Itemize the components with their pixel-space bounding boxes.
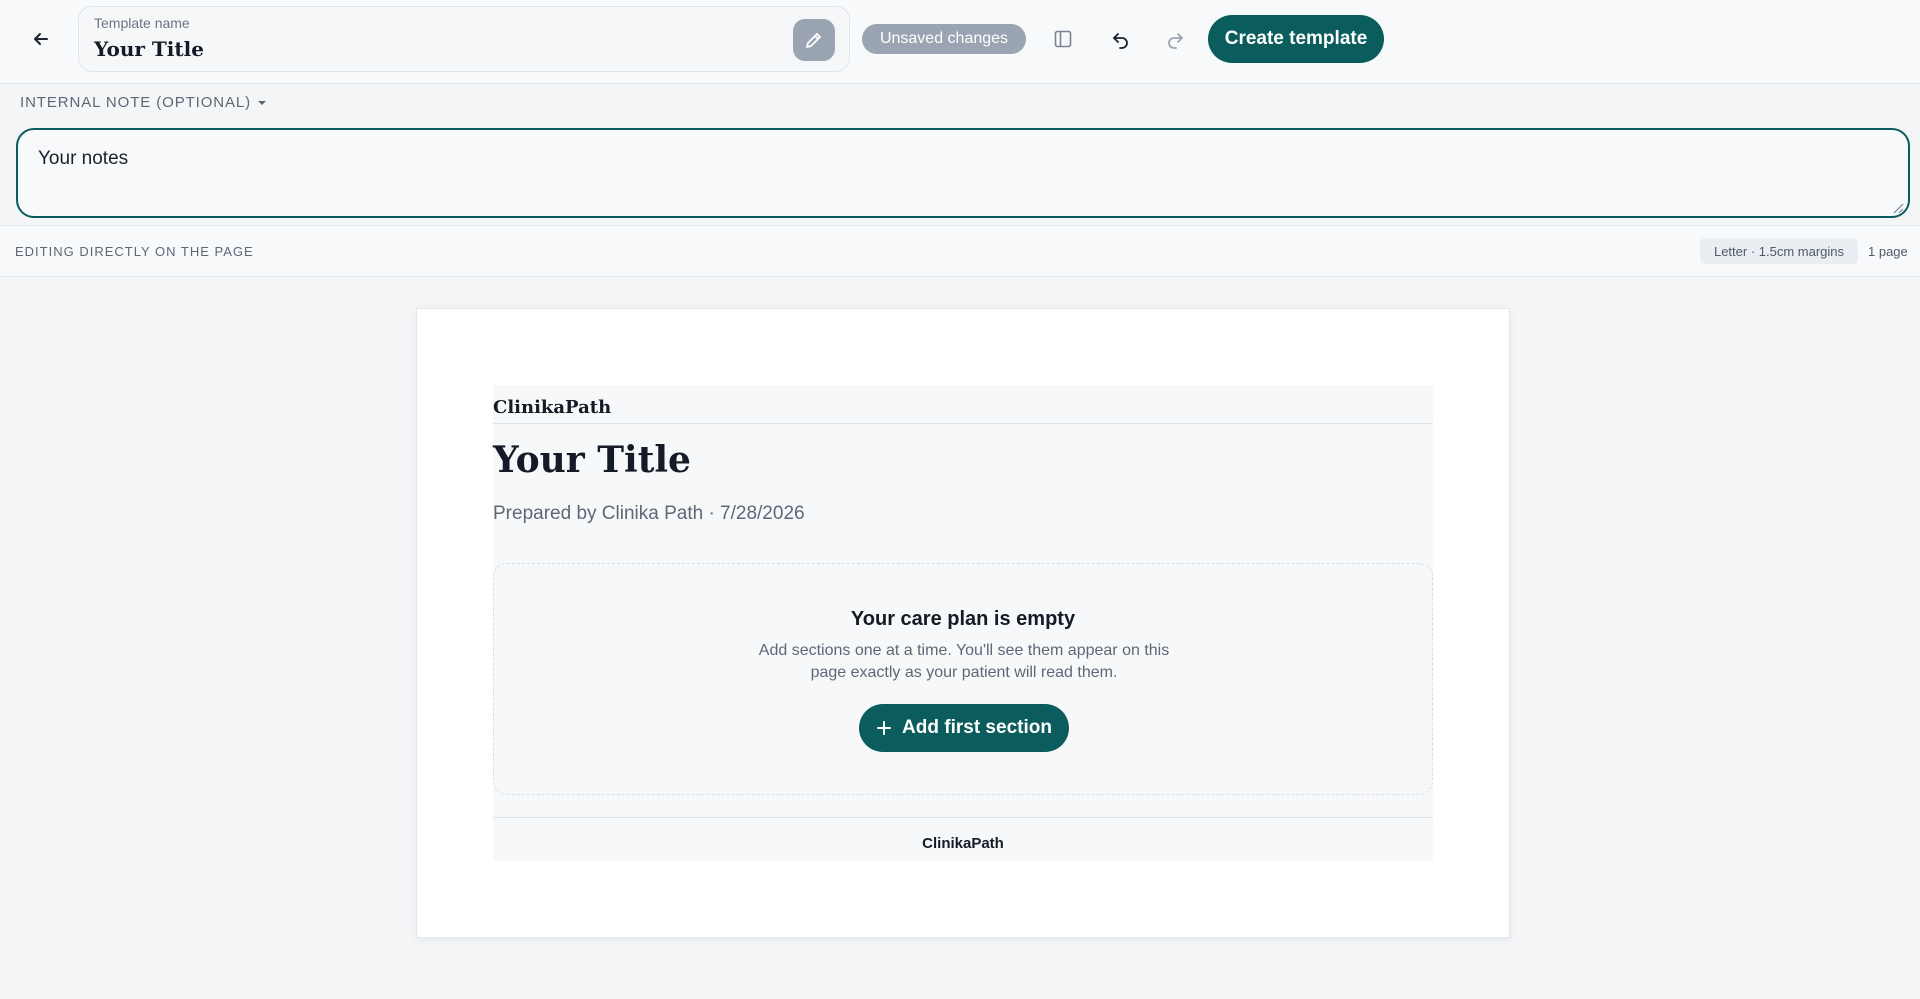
document-title[interactable]: Your Title bbox=[493, 439, 691, 481]
toggle-panel-button[interactable] bbox=[1044, 20, 1082, 58]
document-brand: ClinikaPath bbox=[493, 397, 612, 418]
internal-note-label: INTERNAL NOTE (OPTIONAL) bbox=[20, 94, 252, 111]
internal-note-textarea[interactable]: Your notes bbox=[16, 128, 1910, 218]
add-first-section-button[interactable]: Add first section bbox=[859, 704, 1069, 752]
template-name-field[interactable]: Template name Your Title bbox=[78, 6, 850, 72]
empty-state-description: Add sections one at a time. You'll see t… bbox=[758, 642, 1170, 681]
redo-icon bbox=[1168, 33, 1183, 49]
undo-icon bbox=[1113, 33, 1128, 49]
page-count: 1 page bbox=[1868, 244, 1908, 259]
edit-name-button[interactable] bbox=[793, 19, 835, 61]
arrow-left-icon bbox=[34, 33, 48, 45]
undo-button[interactable] bbox=[1102, 20, 1140, 58]
status-bar: EDITING DIRECTLY ON THE PAGE Letter · 1.… bbox=[0, 225, 1920, 277]
internal-note-toggle[interactable]: INTERNAL NOTE (OPTIONAL) bbox=[20, 94, 267, 111]
footer-brand: ClinikaPath bbox=[922, 835, 1004, 852]
template-name-label: Template name bbox=[94, 15, 190, 31]
unsaved-changes-badge: Unsaved changes bbox=[862, 24, 1026, 54]
pencil-icon bbox=[806, 33, 821, 48]
redo-button[interactable] bbox=[1156, 20, 1194, 58]
caret-down-icon bbox=[258, 100, 267, 105]
create-template-button[interactable]: Create template bbox=[1208, 15, 1384, 63]
page-format-badge: Letter · 1.5cm margins bbox=[1700, 238, 1858, 264]
top-bar: Template name Your Title Unsaved changes… bbox=[0, 0, 1920, 84]
footer-divider bbox=[493, 817, 1433, 818]
sidebar-panel-icon bbox=[1054, 30, 1072, 48]
editing-mode-label: EDITING DIRECTLY ON THE PAGE bbox=[15, 244, 254, 259]
plus-icon bbox=[877, 721, 892, 735]
document-page: ClinikaPath Your Title Prepared by Clini… bbox=[416, 308, 1510, 938]
document-subtitle: Prepared by Clinika Path · 7/28/2026 bbox=[493, 503, 805, 524]
template-name-value[interactable]: Your Title bbox=[94, 37, 204, 61]
resize-handle-icon[interactable] bbox=[1890, 200, 1904, 214]
empty-state: Your care plan is empty Add sections one… bbox=[493, 563, 1433, 795]
empty-state-title: Your care plan is empty bbox=[850, 608, 1076, 630]
add-first-section-label: Add first section bbox=[902, 717, 1052, 738]
back-button[interactable] bbox=[22, 20, 60, 58]
header-divider bbox=[493, 423, 1433, 424]
page-content: ClinikaPath Your Title Prepared by Clini… bbox=[493, 385, 1433, 861]
